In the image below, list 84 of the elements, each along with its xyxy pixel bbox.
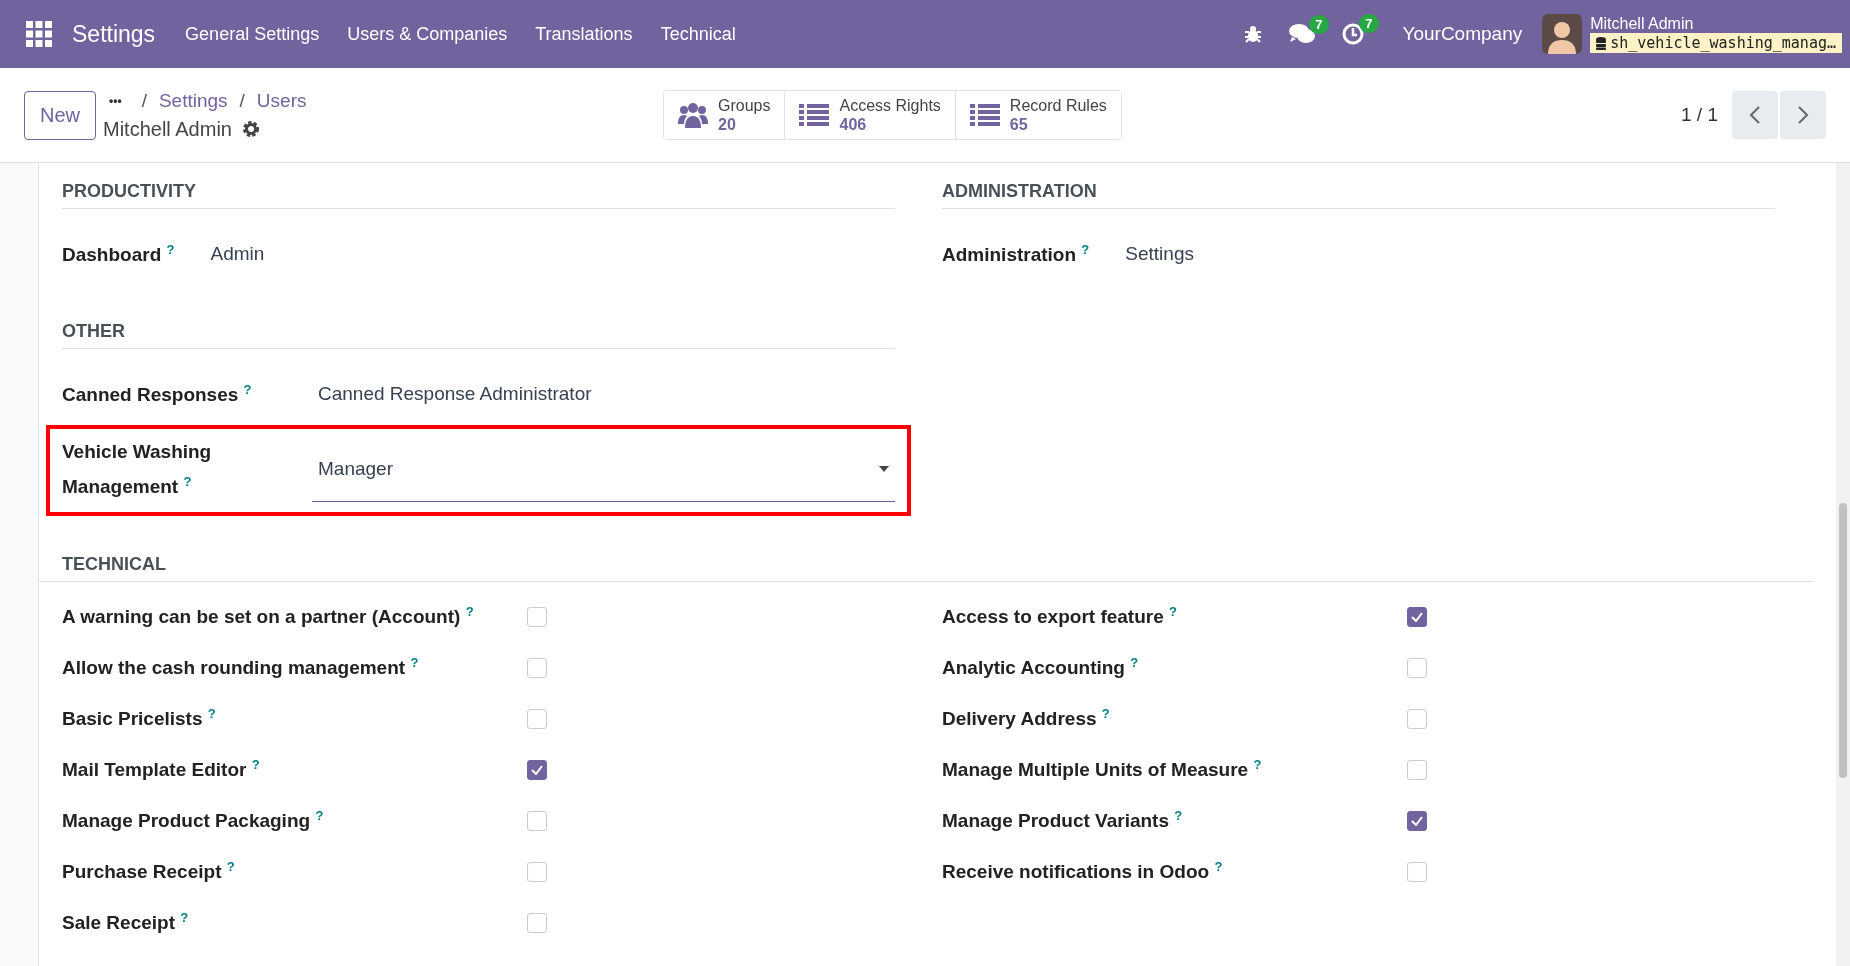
help-tooltip-icon[interactable]: ? [180,910,189,926]
menu-item[interactable]: Users & Companies [347,23,508,45]
field-label: Analytic Accounting $^{?}$ [942,655,1140,680]
dropdown-caret-icon [879,466,889,473]
help-tooltip-icon[interactable]: ? [465,604,474,620]
field-label: Manage Product Packaging $^{?}$ [62,808,325,833]
breadcrumb-separator: / [141,89,147,112]
list-icon [969,103,1000,127]
field-value: Canned Response Administrator [317,382,593,406]
field-label: Mail Template Editor $^{?}$ [62,757,261,782]
section-title: TECHNICAL [39,554,1814,583]
clock-icon[interactable] [1340,22,1365,46]
field-label: Delivery Address $^{?}$ [942,706,1111,731]
help-tooltip-icon[interactable]: ? [183,474,192,489]
count-badge: 7 [1359,14,1379,33]
help-tooltip-icon[interactable]: ? [1253,757,1262,773]
field-label: Dashboard $^{?}$ [62,241,175,268]
help-tooltip-icon[interactable]: ? [1214,859,1223,875]
field-label: Basic Pricelists $^{?}$ [62,706,217,731]
gear-icon[interactable] [241,120,260,138]
checkbox[interactable] [1407,811,1427,832]
field-label: Manage Multiple Units of Measure $^{?}$ [942,757,1263,782]
help-tooltip-icon[interactable]: ? [410,655,419,671]
field-label: Purchase Receipt $^{?}$ [62,859,236,884]
next-button[interactable] [1780,91,1826,139]
help-tooltip-icon[interactable]: ? [1081,242,1090,257]
help-tooltip-icon[interactable]: ? [251,757,260,773]
help-tooltip-icon[interactable]: ? [315,808,324,824]
select-field[interactable]: Manager [312,437,895,503]
scrollbar-thumb[interactable] [1839,503,1847,778]
field-label: Canned Responses $^{?}$ [62,381,253,408]
menu-item[interactable]: Translations [535,23,633,45]
user-name[interactable]: Mitchell Admin [1590,15,1842,33]
count-badge: 7 [1309,15,1329,34]
section-title: OTHER [62,321,895,349]
app-title: Settings [72,20,156,48]
field-label: A warning can be set on a partner (Account) $^{?}$ [62,604,475,629]
stat-button[interactable]: Groups 20 [664,91,786,139]
chevron-left-icon [1749,105,1761,125]
help-tooltip-icon[interactable]: ? [1169,604,1177,620]
list-icon [799,103,830,127]
checkmark-icon [531,765,543,776]
company-name[interactable]: YourCompany [1402,23,1523,45]
field-label: Receive notifications in Odoo $^{?}$ [942,859,1224,884]
apps-menu-icon[interactable] [26,21,52,47]
field-value: Settings [1124,242,1195,266]
pager-value: 1 / 1 [1681,104,1718,126]
field-label: Allow the cash rounding management $^{?}$ [62,655,420,680]
record-title: Mitchell Admin [103,117,232,141]
chevron-right-icon [1797,105,1809,125]
help-tooltip-icon[interactable]: ? [226,859,235,875]
help-tooltip-icon[interactable]: ? [207,706,216,722]
checkmark-icon [1411,612,1423,623]
help-tooltip-icon[interactable]: ? [1174,808,1183,824]
help-tooltip-icon[interactable]: ? [1130,655,1139,671]
scrollbar[interactable] [1836,163,1850,966]
breadcrumb-link[interactable]: Users [256,89,307,112]
menu-item[interactable]: Technical [660,23,736,45]
checkbox[interactable] [527,760,547,781]
new-button[interactable]: New [24,90,96,140]
field-label: Sale Receipt $^{?}$ [62,910,190,935]
users-icon [678,102,708,128]
field-label: Manage Product Variants $^{?}$ [942,808,1184,833]
menu-item[interactable]: General Settings [185,23,320,45]
help-tooltip-icon[interactable]: ? [1101,706,1110,722]
database-name: sh_vehicle_washing_manag… [1610,34,1836,52]
help-tooltip-icon[interactable]: ? [166,242,175,257]
avatar-icon[interactable] [1542,14,1583,54]
field-value: Admin [209,242,266,266]
section-title: ADMINISTRATION [942,181,1775,209]
section-title: PRODUCTIVITY [62,181,895,209]
help-tooltip-icon[interactable]: ? [243,382,252,397]
previous-button[interactable] [1732,91,1778,139]
breadcrumb-separator: / [239,89,245,112]
field-label: Access to export feature $^{?}$ [942,604,1178,629]
chat-icon[interactable] [1288,23,1315,45]
database-icon [1596,36,1607,50]
breadcrumb-link[interactable]: Settings [158,89,228,112]
checkmark-icon [1411,816,1423,827]
field-label: Vehicle Washing Management $^{?}$ [62,440,213,500]
more-button[interactable]: ••• [103,93,130,108]
bug-icon[interactable] [1242,24,1263,44]
field-label: Administration $^{?}$ [942,241,1090,268]
checkbox[interactable] [1407,607,1427,628]
